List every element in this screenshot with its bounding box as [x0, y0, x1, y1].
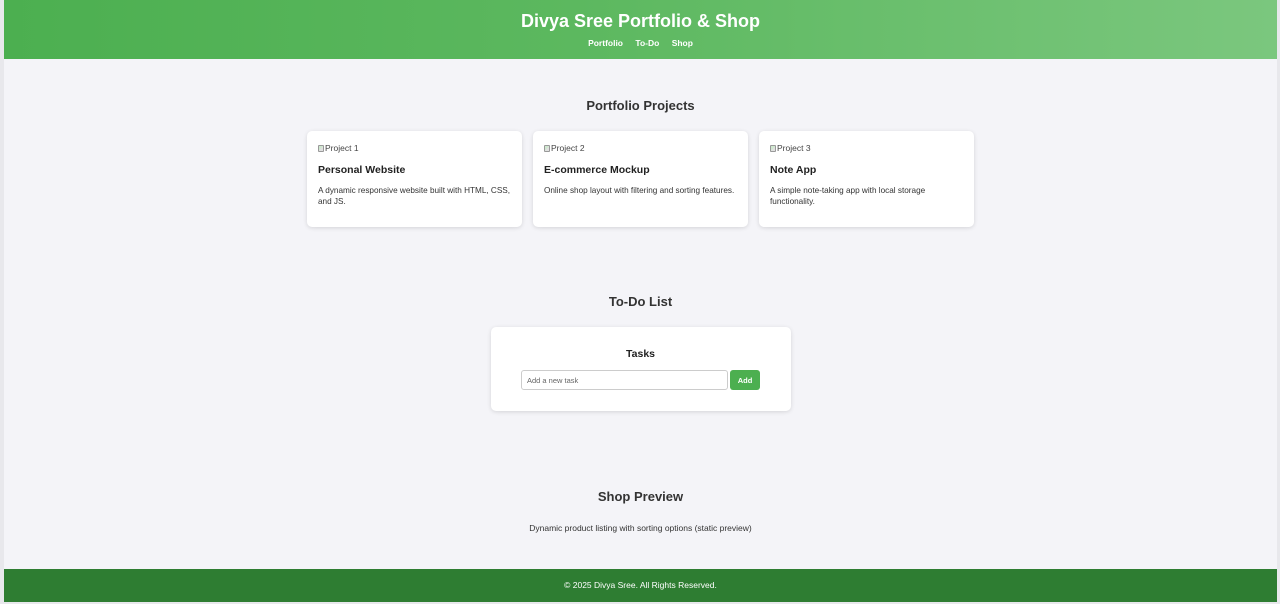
- todo-input-row: Add: [491, 370, 791, 390]
- site-footer: © 2025 Divya Sree. All Rights Reserved.: [4, 569, 1277, 602]
- portfolio-section: Portfolio Projects Project 1 Personal We…: [4, 98, 1277, 227]
- nav-link-portfolio[interactable]: Portfolio: [588, 38, 623, 48]
- project-description: A dynamic responsive website built with …: [318, 186, 511, 206]
- shop-section: Shop Preview Dynamic product listing wit…: [4, 489, 1277, 534]
- shop-heading: Shop Preview: [597, 489, 684, 504]
- main-nav: Portfolio To-Do Shop: [4, 37, 1277, 49]
- project-image: Project 1: [318, 142, 511, 154]
- project-card: Project 3 Note App A simple note-taking …: [759, 131, 974, 227]
- broken-image-icon: [318, 144, 324, 152]
- portfolio-heading: Portfolio Projects: [586, 98, 695, 113]
- project-description: A simple note-taking app with local stor…: [770, 186, 926, 206]
- nav-link-shop[interactable]: Shop: [672, 38, 693, 48]
- project-title: E-commerce Mockup: [544, 164, 650, 176]
- page: Divya Sree Portfolio & Shop Portfolio To…: [4, 0, 1277, 602]
- tasks-title: Tasks: [626, 348, 655, 360]
- project-description: Online shop layout with filtering and so…: [544, 186, 735, 195]
- broken-image-icon: [770, 144, 776, 152]
- broken-image-icon: [544, 144, 550, 152]
- shop-description: Dynamic product listing with sorting opt…: [529, 523, 752, 533]
- project-title: Personal Website: [318, 164, 406, 176]
- new-task-input[interactable]: [521, 370, 728, 390]
- add-task-button[interactable]: Add: [730, 370, 760, 390]
- project-image: Project 2: [544, 142, 737, 154]
- todo-heading: To-Do List: [608, 294, 673, 309]
- footer-copyright: © 2025 Divya Sree. All Rights Reserved.: [564, 580, 717, 590]
- project-card: Project 2 E-commerce Mockup Online shop …: [533, 131, 748, 227]
- project-image: Project 3: [770, 142, 963, 154]
- nav-link-todo[interactable]: To-Do: [635, 38, 659, 48]
- site-title: Divya Sree Portfolio & Shop: [520, 11, 761, 31]
- project-card: Project 1 Personal Website A dynamic res…: [307, 131, 522, 227]
- project-image-alt: Project 3: [777, 143, 811, 153]
- site-header: Divya Sree Portfolio & Shop Portfolio To…: [4, 0, 1277, 59]
- project-title: Note App: [770, 164, 817, 176]
- project-image-alt: Project 1: [325, 143, 359, 153]
- project-cards: Project 1 Personal Website A dynamic res…: [4, 131, 1277, 227]
- todo-section: To-Do List Tasks Add: [4, 294, 1277, 411]
- todo-box: Tasks Add: [490, 327, 791, 411]
- project-image-alt: Project 2: [551, 143, 585, 153]
